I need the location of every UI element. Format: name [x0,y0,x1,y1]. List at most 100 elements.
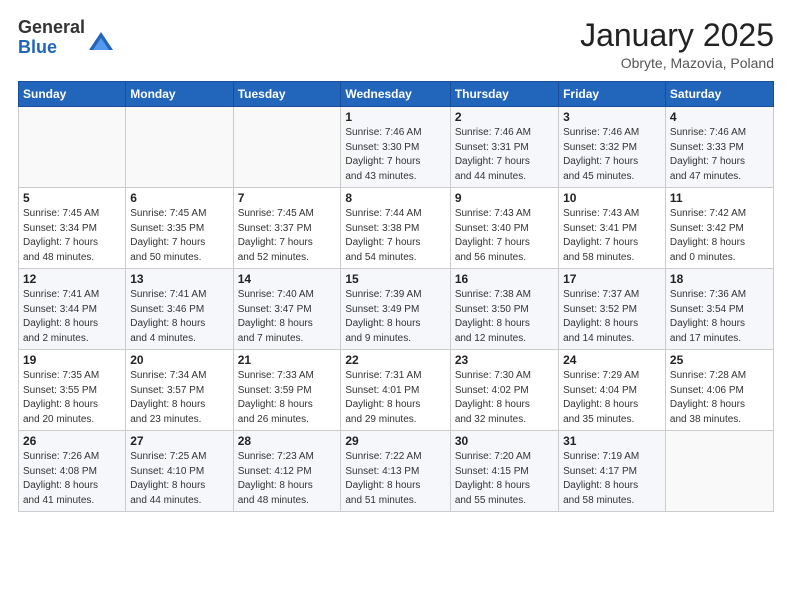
table-row [233,107,341,188]
day-number: 29 [345,434,445,448]
day-detail: Sunrise: 7:22 AMSunset: 4:13 PMDaylight:… [345,450,445,508]
logo-icon [87,28,115,56]
day-number: 8 [345,191,445,205]
day-number: 4 [670,110,769,124]
calendar: Sunday Monday Tuesday Wednesday Thursday… [18,81,774,512]
table-row: 31Sunrise: 7:19 AMSunset: 4:17 PMDayligh… [559,431,666,512]
logo-blue: Blue [18,38,85,58]
day-detail: Sunrise: 7:43 AMSunset: 3:41 PMDaylight:… [563,207,661,265]
day-detail: Sunrise: 7:25 AMSunset: 4:10 PMDaylight:… [130,450,228,508]
day-detail: Sunrise: 7:46 AMSunset: 3:32 PMDaylight:… [563,126,661,184]
day-number: 6 [130,191,228,205]
day-detail: Sunrise: 7:31 AMSunset: 4:01 PMDaylight:… [345,369,445,427]
day-detail: Sunrise: 7:19 AMSunset: 4:17 PMDaylight:… [563,450,661,508]
table-row: 10 Sunrise: 7:43 AMSunset: 3:41 PMDayligh… [559,188,666,269]
calendar-header: Sunday Monday Tuesday Wednesday Thursday… [19,82,774,107]
page: General Blue January 2025 Obryte, Mazovi… [0,0,792,612]
day-number: 7 [238,191,337,205]
table-row: 17 Sunrise: 7:37 AMSunset: 3:52 PMDayligh… [559,269,666,350]
day-number: 13 [130,272,228,286]
table-row [19,107,126,188]
table-row: 11 Sunrise: 7:42 AMSunset: 3:42 PMDayligh… [665,188,773,269]
day-number: 2 [455,110,554,124]
calendar-body: 1 Sunrise: 7:46 AMSunset: 3:30 PMDaylight… [19,107,774,512]
day-number: 24 [563,353,661,367]
table-row: 4 Sunrise: 7:46 AMSunset: 3:33 PMDaylight… [665,107,773,188]
day-detail: Sunrise: 7:46 AMSunset: 3:30 PMDaylight:… [345,126,445,184]
table-row: 14 Sunrise: 7:40 AMSunset: 3:47 PMDayligh… [233,269,341,350]
day-detail: Sunrise: 7:40 AMSunset: 3:47 PMDaylight:… [238,288,337,346]
table-row: 29 Sunrise: 7:22 AMSunset: 4:13 PMDayligh… [341,431,450,512]
day-number: 26 [23,434,121,448]
location: Obryte, Mazovia, Poland [580,55,774,71]
day-detail: Sunrise: 7:29 AMSunset: 4:04 PMDaylight:… [563,369,661,427]
table-row: 8 Sunrise: 7:44 AMSunset: 3:38 PMDaylight… [341,188,450,269]
day-detail: Sunrise: 7:39 AMSunset: 3:49 PMDaylight:… [345,288,445,346]
day-detail: Sunrise: 7:45 AMSunset: 3:35 PMDaylight:… [130,207,228,265]
table-row: 2Sunrise: 7:46 AMSunset: 3:31 PMDaylight… [450,107,558,188]
table-row: 19 Sunrise: 7:35 AMSunset: 3:55 PMDayligh… [19,350,126,431]
day-number: 27 [130,434,228,448]
day-number: 21 [238,353,337,367]
day-number: 3 [563,110,661,124]
day-detail: Sunrise: 7:33 AMSunset: 3:59 PMDaylight:… [238,369,337,427]
day-number: 23 [455,353,554,367]
table-row: 16Sunrise: 7:38 AMSunset: 3:50 PMDayligh… [450,269,558,350]
day-number: 20 [130,353,228,367]
col-sunday: Sunday [19,82,126,107]
table-row: 25 Sunrise: 7:28 AMSunset: 4:06 PMDayligh… [665,350,773,431]
day-number: 22 [345,353,445,367]
table-row [665,431,773,512]
day-detail: Sunrise: 7:46 AMSunset: 3:33 PMDaylight:… [670,126,769,184]
col-saturday: Saturday [665,82,773,107]
day-detail: Sunrise: 7:45 AMSunset: 3:34 PMDaylight:… [23,207,121,265]
day-number: 10 [563,191,661,205]
day-detail: Sunrise: 7:43 AMSunset: 3:40 PMDaylight:… [455,207,554,265]
day-detail: Sunrise: 7:37 AMSunset: 3:52 PMDaylight:… [563,288,661,346]
table-row: 6 Sunrise: 7:45 AMSunset: 3:35 PMDaylight… [126,188,233,269]
day-detail: Sunrise: 7:36 AMSunset: 3:54 PMDaylight:… [670,288,769,346]
table-row: 26Sunrise: 7:26 AMSunset: 4:08 PMDayligh… [19,431,126,512]
day-detail: Sunrise: 7:28 AMSunset: 4:06 PMDaylight:… [670,369,769,427]
day-detail: Sunrise: 7:41 AMSunset: 3:44 PMDaylight:… [23,288,121,346]
day-detail: Sunrise: 7:20 AMSunset: 4:15 PMDaylight:… [455,450,554,508]
table-row: 5 Sunrise: 7:45 AMSunset: 3:34 PMDaylight… [19,188,126,269]
day-number: 14 [238,272,337,286]
table-row: 15 Sunrise: 7:39 AMSunset: 3:49 PMDayligh… [341,269,450,350]
day-number: 25 [670,353,769,367]
col-monday: Monday [126,82,233,107]
day-detail: Sunrise: 7:44 AMSunset: 3:38 PMDaylight:… [345,207,445,265]
day-number: 1 [345,110,445,124]
day-number: 18 [670,272,769,286]
table-row: 21 Sunrise: 7:33 AMSunset: 3:59 PMDayligh… [233,350,341,431]
col-friday: Friday [559,82,666,107]
day-detail: Sunrise: 7:23 AMSunset: 4:12 PMDaylight:… [238,450,337,508]
table-row: 22 Sunrise: 7:31 AMSunset: 4:01 PMDayligh… [341,350,450,431]
day-number: 19 [23,353,121,367]
day-number: 17 [563,272,661,286]
col-thursday: Thursday [450,82,558,107]
table-row: 27 Sunrise: 7:25 AMSunset: 4:10 PMDayligh… [126,431,233,512]
logo: General Blue [18,18,115,58]
header: General Blue January 2025 Obryte, Mazovi… [18,18,774,71]
day-number: 11 [670,191,769,205]
day-number: 5 [23,191,121,205]
table-row: 13 Sunrise: 7:41 AMSunset: 3:46 PMDayligh… [126,269,233,350]
table-row: 30Sunrise: 7:20 AMSunset: 4:15 PMDayligh… [450,431,558,512]
col-tuesday: Tuesday [233,82,341,107]
table-row: 12 Sunrise: 7:41 AMSunset: 3:44 PMDayligh… [19,269,126,350]
day-detail: Sunrise: 7:45 AMSunset: 3:37 PMDaylight:… [238,207,337,265]
table-row: 20 Sunrise: 7:34 AMSunset: 3:57 PMDayligh… [126,350,233,431]
day-detail: Sunrise: 7:38 AMSunset: 3:50 PMDaylight:… [455,288,554,346]
table-row: 3 Sunrise: 7:46 AMSunset: 3:32 PMDaylight… [559,107,666,188]
day-number: 15 [345,272,445,286]
day-detail: Sunrise: 7:34 AMSunset: 3:57 PMDaylight:… [130,369,228,427]
day-detail: Sunrise: 7:35 AMSunset: 3:55 PMDaylight:… [23,369,121,427]
month-title: January 2025 [580,18,774,53]
day-detail: Sunrise: 7:41 AMSunset: 3:46 PMDaylight:… [130,288,228,346]
day-number: 28 [238,434,337,448]
table-row: 24 Sunrise: 7:29 AMSunset: 4:04 PMDayligh… [559,350,666,431]
day-number: 12 [23,272,121,286]
day-detail: Sunrise: 7:42 AMSunset: 3:42 PMDaylight:… [670,207,769,265]
table-row: 1 Sunrise: 7:46 AMSunset: 3:30 PMDaylight… [341,107,450,188]
